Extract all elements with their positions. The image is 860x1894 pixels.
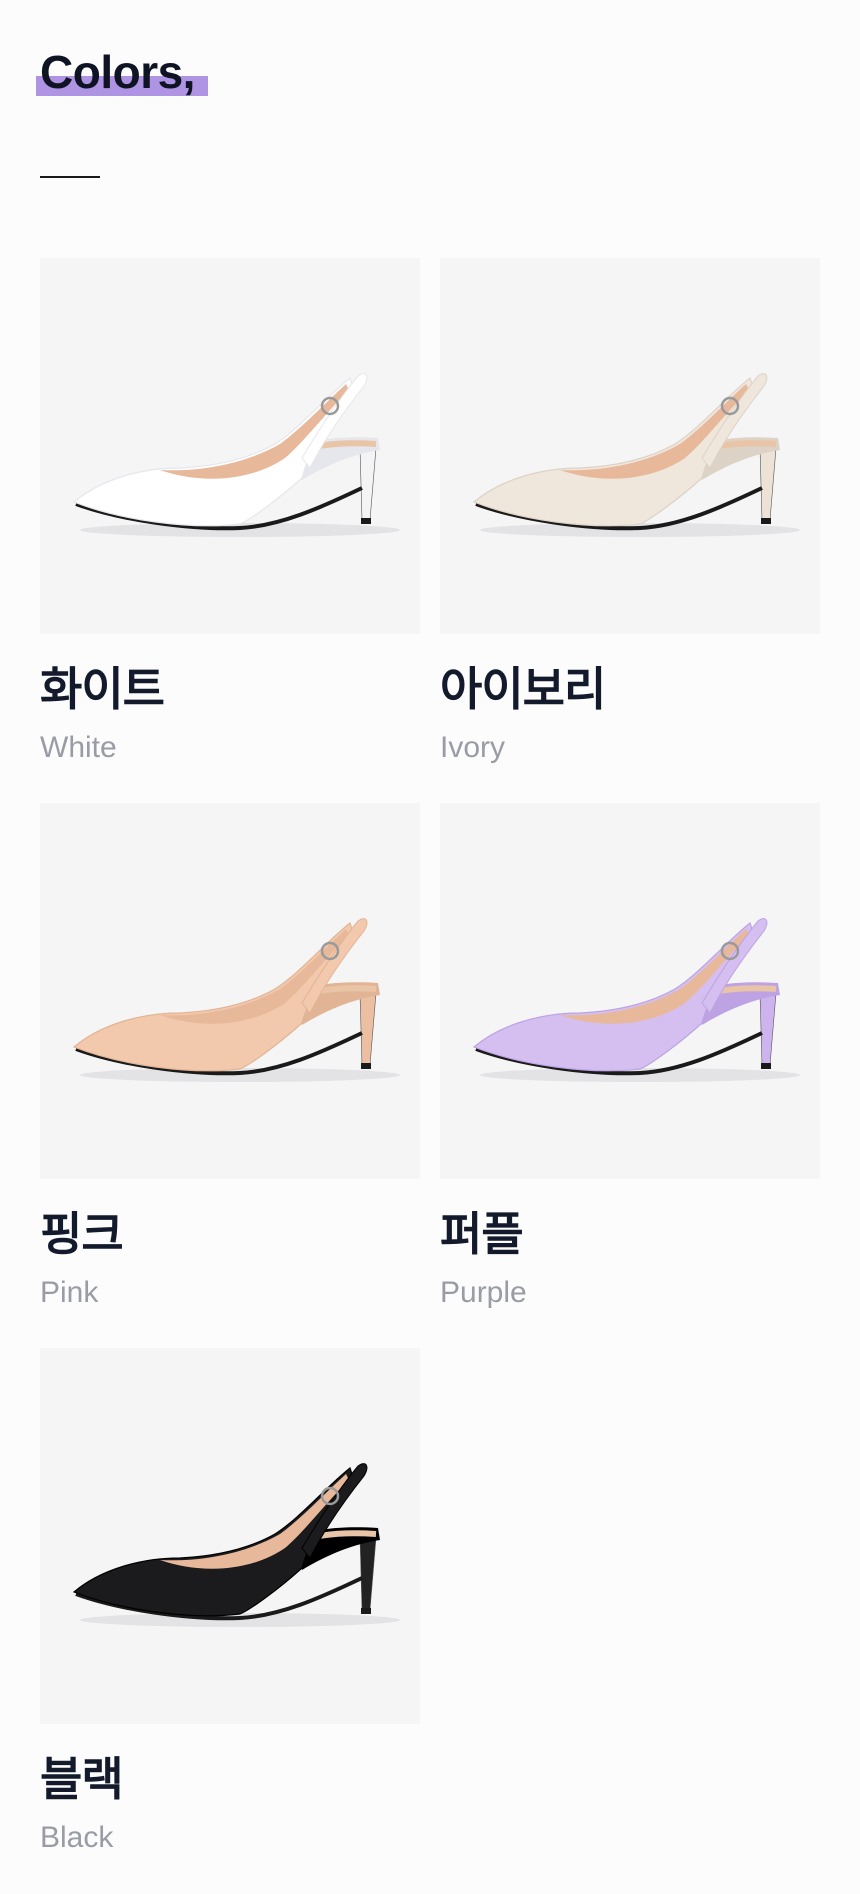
color-name-english: White — [40, 731, 117, 764]
color-name-english: Purple — [440, 1276, 527, 1309]
colors-section: Colors, 화이트 White 아이보리 Ivory 핑크 Pink 퍼플 … — [0, 0, 860, 1894]
product-image-purple — [440, 803, 820, 1179]
section-title: Colors, — [40, 46, 195, 98]
section-heading: Colors, — [36, 44, 208, 100]
ivory-shoe-image — [472, 373, 800, 537]
color-name-english: Black — [40, 1821, 114, 1854]
purple-shoe-image — [472, 918, 800, 1082]
color-name-korean: 퍼플 — [440, 1207, 524, 1261]
color-card-black[interactable]: 블랙 Black — [40, 1348, 420, 1856]
color-name-english: Pink — [40, 1276, 99, 1309]
color-name-korean: 핑크 — [40, 1207, 124, 1261]
color-name-english: Ivory — [440, 731, 506, 764]
divider — [40, 176, 100, 178]
color-name-korean: 아이보리 — [440, 662, 606, 716]
product-image-ivory — [440, 258, 820, 634]
color-card-purple[interactable]: 퍼플 Purple — [440, 803, 820, 1311]
pink-shoe-image — [72, 918, 400, 1082]
product-image-black — [40, 1348, 420, 1724]
color-card-ivory[interactable]: 아이보리 Ivory — [440, 258, 820, 766]
color-name-korean: 화이트 — [40, 662, 165, 716]
color-card-pink[interactable]: 핑크 Pink — [40, 803, 420, 1311]
product-image-pink — [40, 803, 420, 1179]
color-name-korean: 블랙 — [40, 1752, 124, 1806]
white-shoe-image — [72, 373, 400, 537]
product-image-white — [40, 258, 420, 634]
color-card-white[interactable]: 화이트 White — [40, 258, 420, 766]
black-shoe-image — [72, 1463, 400, 1627]
